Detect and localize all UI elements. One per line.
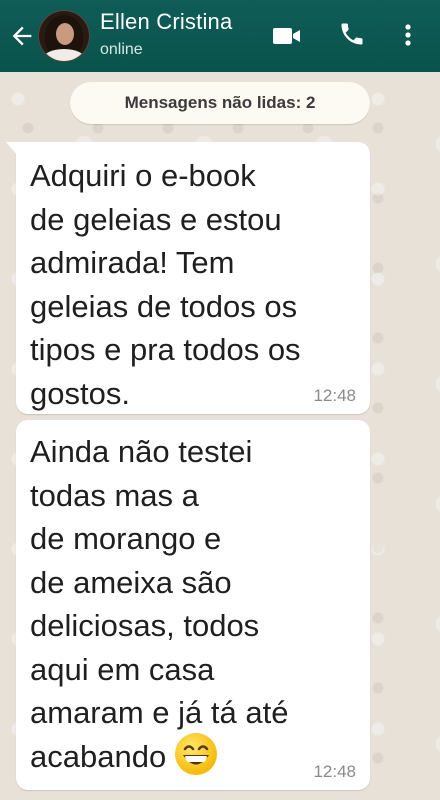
- back-arrow-icon[interactable]: [8, 22, 36, 50]
- message-text: Adquiri o e-book de geleias e estou admi…: [30, 158, 301, 411]
- grinning-smiling-eyes-emoji: [175, 733, 218, 776]
- message-time: 12:48: [313, 386, 356, 405]
- message-time: 12:48: [313, 762, 356, 781]
- bubble-tail: [6, 142, 18, 156]
- message-text: Ainda não testei todas mas a de morango …: [30, 430, 360, 780]
- phone-icon[interactable]: [338, 20, 366, 48]
- video-call-icon[interactable]: [272, 24, 302, 48]
- message-bubble[interactable]: Ainda não testei todas mas a de morango …: [16, 420, 370, 790]
- message-bubble[interactable]: Adquiri o e-book de geleias e estou admi…: [6, 142, 370, 414]
- unread-messages-badge: Mensagens não lidas: 2: [70, 82, 370, 124]
- chat-header: Ellen Cristina online: [0, 0, 440, 72]
- message-text-body: Ainda não testei todas mas a de morango …: [30, 434, 289, 774]
- avatar-face: [56, 23, 74, 45]
- avatar[interactable]: [38, 10, 90, 62]
- more-vertical-icon[interactable]: [398, 20, 418, 50]
- avatar-shirt: [43, 49, 85, 61]
- contact-name[interactable]: Ellen Cristina: [100, 9, 232, 35]
- contact-status: online: [100, 41, 143, 58]
